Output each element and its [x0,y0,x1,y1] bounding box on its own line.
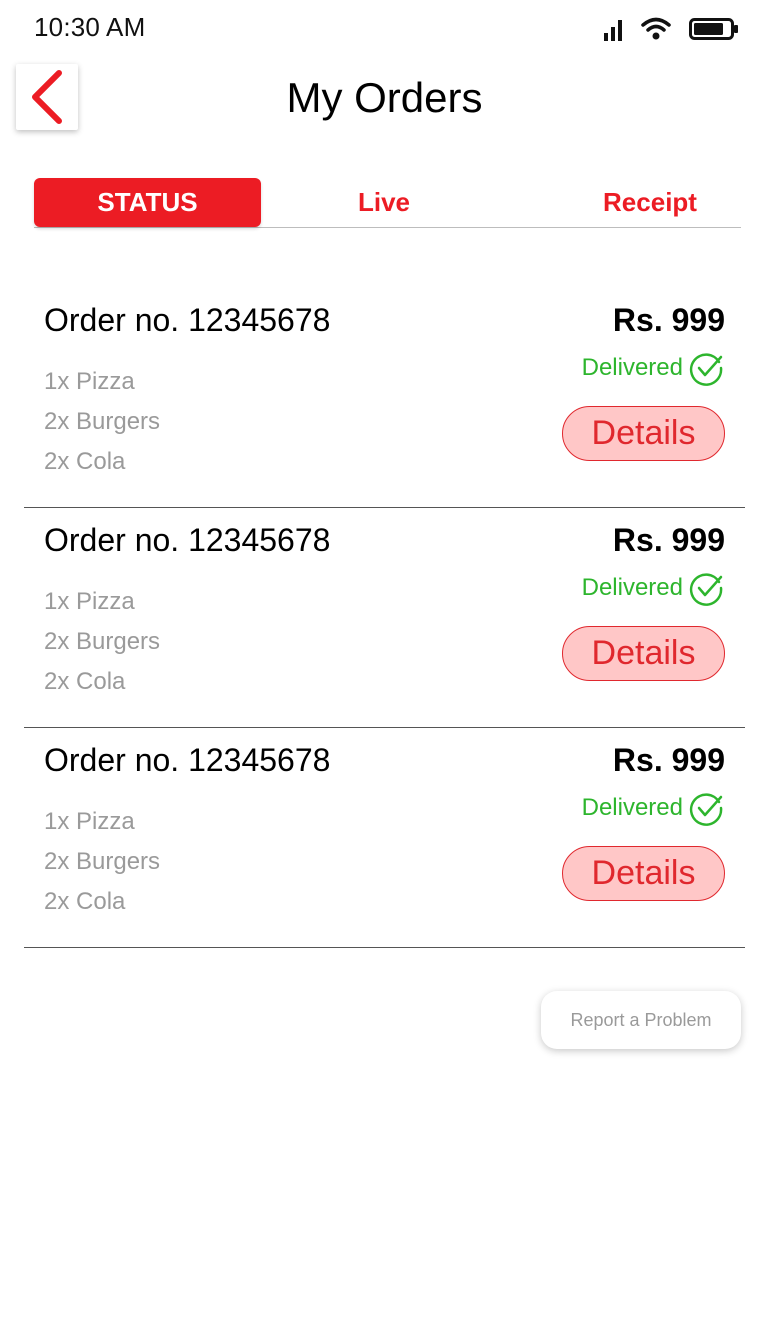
signal-icon [604,20,622,41]
status-time: 10:30 AM [34,12,146,42]
details-button[interactable]: Details [562,846,725,901]
divider [24,947,745,948]
order-card: Order no. 12345678 1x Pizza 2x Burgers 2… [24,508,745,728]
order-item: 1x Pizza [44,368,135,395]
order-price: Rs. 999 [612,742,725,778]
details-button[interactable]: Details [562,626,725,681]
order-item: 2x Burgers [44,408,161,435]
order-item: 2x Burgers [44,848,161,875]
order-item: 2x Burgers [44,628,161,655]
order-item: 2x Cola [44,448,126,475]
order-number: Order no. 12345678 [44,742,331,778]
status-label: Delivered [581,354,683,381]
report-problem-button[interactable]: Report a Problem [541,991,741,1049]
order-price: Rs. 999 [612,302,725,338]
status-bar: 10:30 AM [0,0,769,56]
tab-bar: STATUS Live Receipt [34,178,741,228]
tab-status[interactable]: STATUS [34,178,261,227]
order-item: 2x Cola [44,668,126,695]
order-item: 2x Cola [44,888,126,915]
status-label: Delivered [581,574,683,601]
page-title: My Orders [286,74,483,121]
order-item: 1x Pizza [44,808,135,835]
order-number: Order no. 12345678 [44,302,331,338]
check-circle-icon [689,793,723,826]
details-button[interactable]: Details [562,406,725,461]
order-number: Order no. 12345678 [44,522,331,558]
check-circle-icon [689,573,723,606]
status-label: Delivered [581,794,683,821]
battery-icon [689,18,738,40]
order-status: Delivered [582,788,725,828]
wifi-icon [641,17,671,40]
tab-live[interactable]: Live [284,178,484,227]
check-circle-icon [689,353,723,386]
order-card: Order no. 12345678 1x Pizza 2x Burgers 2… [24,728,745,948]
tab-underline [34,227,741,228]
order-status: Delivered [582,348,725,388]
tab-receipt[interactable]: Receipt [550,178,750,227]
order-status: Delivered [582,568,725,608]
order-price: Rs. 999 [612,522,725,558]
order-item: 1x Pizza [44,588,135,615]
order-card: Order no. 12345678 1x Pizza 2x Burgers 2… [24,288,745,508]
